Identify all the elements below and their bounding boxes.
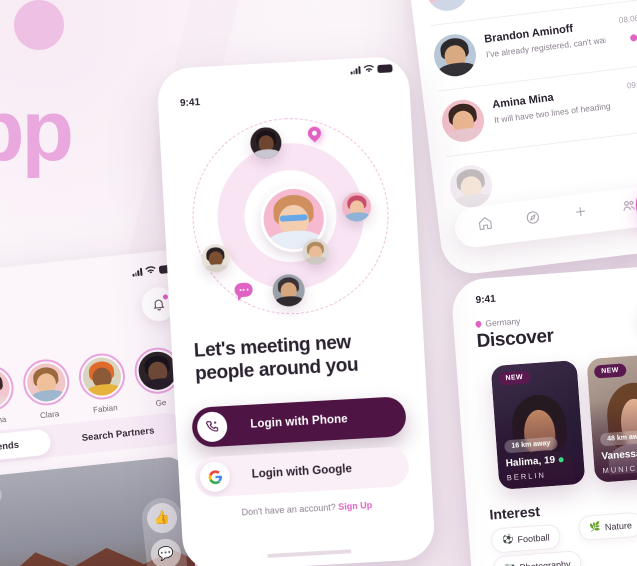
page-title: Discover	[475, 325, 555, 353]
story-item[interactable]: Selena	[0, 362, 17, 427]
page-headline: Let's meeting new people around you	[193, 332, 359, 385]
location-label: Germany	[474, 315, 521, 329]
discover-screen: 9:41 Germany Discover NEW 16 km away Hal…	[450, 263, 637, 566]
signup-text: Don't have an account?	[241, 502, 337, 518]
radar-map	[187, 112, 394, 320]
chip-label: Photography	[519, 558, 571, 566]
comment-button[interactable]: 💬	[149, 537, 183, 566]
status-time: 9:41	[179, 97, 201, 110]
login-phone-label: Login with Phone	[250, 413, 348, 431]
location-text: Germany	[485, 315, 521, 329]
screenshot-stage: pp Clara Hazel I know right 😊 12:44	[0, 0, 637, 566]
online-dot	[558, 457, 565, 463]
avatar-nearby[interactable]	[249, 126, 283, 160]
people-icon[interactable]	[620, 197, 637, 219]
login-screen: 9:41 Let's meeting new people around you…	[156, 55, 436, 566]
avatar	[423, 0, 471, 14]
football-icon: ⚽	[501, 534, 514, 545]
interest-title: Interest	[488, 503, 541, 523]
chat-list-screen: Clara Hazel I know right 😊 12:44 Brandon…	[404, 0, 637, 278]
distance-badge: 48 km away	[599, 429, 637, 447]
notification-dot	[162, 294, 169, 300]
chip-label: Football	[517, 531, 550, 545]
story-label: Fabian	[92, 403, 118, 415]
story-ring	[0, 362, 16, 414]
avatar-nearby[interactable]	[301, 238, 330, 266]
chat-time: 08:06	[618, 13, 637, 26]
unread-dot	[629, 33, 637, 42]
chat-time: 09:12	[626, 79, 637, 91]
story-label: Selena	[0, 414, 7, 427]
new-badge: NEW	[498, 370, 531, 386]
avatar	[431, 31, 479, 79]
wifi-icon	[363, 65, 374, 73]
tab-make-friends[interactable]: Make Friends	[0, 428, 52, 468]
avatar	[439, 97, 487, 145]
avatar	[447, 162, 495, 210]
home-icon[interactable]	[477, 215, 494, 237]
interest-chip-football[interactable]: ⚽ Football	[490, 523, 562, 554]
avatar-nearby[interactable]	[271, 273, 306, 308]
chat-row[interactable]: Amina Mina It will have two lines of hea…	[439, 71, 637, 152]
chat-bubble-icon	[234, 282, 253, 298]
status-icons	[350, 63, 393, 75]
signal-icon	[132, 267, 143, 277]
chip-label: Nature	[604, 519, 633, 532]
map-pin-icon	[474, 319, 483, 329]
story-ring	[76, 351, 128, 402]
story-item[interactable]: Fabian	[76, 351, 129, 415]
discover-card[interactable]: NEW 48 km away Vanessa, 18 MUNICH	[586, 352, 637, 483]
login-with-google-button[interactable]: Login with Google	[193, 445, 410, 498]
wifi-icon	[145, 266, 156, 274]
discover-card[interactable]: NEW 16 km away Halima, 19 BERLIN	[490, 359, 586, 490]
compass-icon[interactable]	[524, 209, 541, 231]
like-button[interactable]: 👍	[145, 501, 179, 535]
new-badge: NEW	[593, 363, 627, 379]
login-with-phone-button[interactable]: Login with Phone	[191, 396, 407, 448]
chat-row[interactable]: Brandon Aminoff I've already registered,…	[431, 6, 637, 87]
feed-post-card[interactable]: 🏕 Travel If you could live anywhere woul…	[0, 455, 199, 566]
interest-chip-nature[interactable]: 🌿 Nature	[577, 511, 637, 542]
background-wordmark: pp	[0, 83, 74, 179]
story-label: Clara	[39, 409, 60, 421]
plus-icon[interactable]	[572, 203, 589, 225]
signup-link[interactable]: Sign Up	[338, 500, 373, 512]
nature-icon: 🌿	[589, 521, 602, 533]
signup-prompt: Don't have an account? Sign Up	[181, 497, 433, 521]
avatar-nearby[interactable]	[341, 191, 372, 223]
phone-call-icon	[196, 411, 228, 443]
google-icon	[199, 460, 231, 493]
avatar-nearby[interactable]	[201, 243, 231, 274]
status-bar	[350, 63, 393, 75]
home-indicator	[267, 549, 352, 558]
story-ring	[20, 357, 72, 408]
photography-icon: 📷	[504, 562, 516, 566]
battery-icon	[377, 64, 393, 74]
status-time: 9:41	[475, 293, 497, 307]
tab-search-partners[interactable]: Search Partners	[55, 415, 181, 454]
signal-icon	[350, 66, 361, 75]
story-item[interactable]: Clara	[20, 357, 73, 421]
decorative-circle	[14, 0, 64, 50]
login-google-label: Login with Google	[251, 463, 353, 481]
